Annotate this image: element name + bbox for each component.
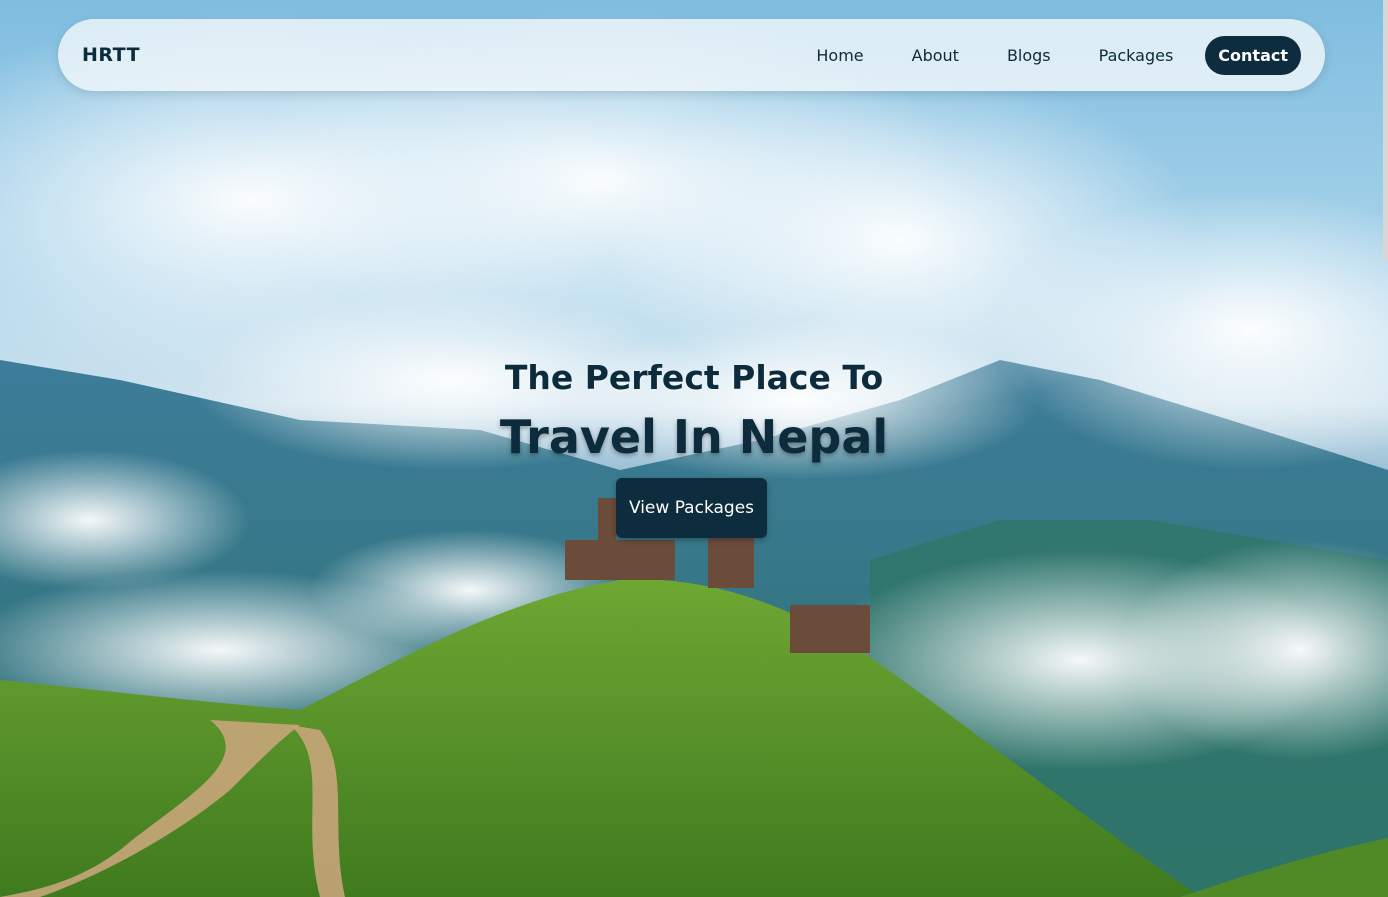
nav-link-about[interactable]: About [912,46,959,65]
page-scrollbar[interactable] [1383,0,1388,262]
nav-links: Home About Blogs Packages Contact [768,35,1301,75]
contact-button[interactable]: Contact [1205,35,1301,75]
nav-link-blogs[interactable]: Blogs [1007,46,1051,65]
navbar: HRTT Home About Blogs Packages Contact [58,19,1325,91]
nav-link-home[interactable]: Home [816,46,863,65]
hero-subtitle: The Perfect Place To [504,358,884,397]
hero-section: HRTT Home About Blogs Packages Contact T… [0,0,1388,897]
hero-title: Travel In Nepal [499,410,889,464]
view-packages-button[interactable]: View Packages [616,478,767,538]
brand-logo[interactable]: HRTT [82,44,140,66]
nav-link-packages[interactable]: Packages [1099,46,1174,65]
